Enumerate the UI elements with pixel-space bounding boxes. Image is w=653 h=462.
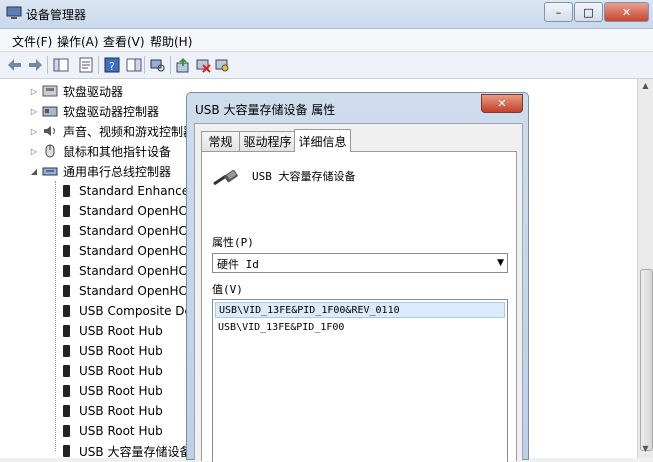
tree-item-label: 软盘驱动器控制器 xyxy=(63,104,160,119)
toolbar-separator xyxy=(170,56,171,74)
usb-plug-icon xyxy=(58,403,74,419)
menu-bar: 文件(F) 操作(A) 查看(V) 帮助(H) xyxy=(0,29,653,52)
usb-plug-icon xyxy=(58,383,74,399)
help-icon[interactable]: ? xyxy=(103,56,121,74)
maximize-button[interactable]: □ xyxy=(574,2,603,22)
toolbar-separator xyxy=(144,56,145,74)
expand-icon[interactable]: ▷ xyxy=(30,127,38,136)
tree-item-label: USB Root Hub xyxy=(79,404,163,418)
usb-device-icon xyxy=(212,169,240,190)
back-arrow-icon[interactable] xyxy=(6,56,24,74)
toolbar-separator xyxy=(98,56,99,74)
sound-icon xyxy=(42,123,58,139)
chevron-down-icon[interactable]: ▼ xyxy=(497,258,504,268)
tree-item-label: 软盘驱动器 xyxy=(63,84,124,99)
scroll-down-arrow-icon[interactable]: ▼ xyxy=(640,444,651,456)
scan-hardware-icon[interactable] xyxy=(149,56,167,74)
value-label: 值(V) xyxy=(212,283,243,296)
svg-text:?: ? xyxy=(109,60,115,73)
tree-category[interactable]: ▷ 声音、视频和游戏控制器 xyxy=(30,121,195,141)
window-title: 设备管理器 xyxy=(26,8,87,22)
console-icon[interactable] xyxy=(125,56,143,74)
tab-general[interactable]: 常规 xyxy=(201,131,240,151)
tree-item-label: USB Root Hub xyxy=(79,324,163,338)
window-titlebar: 设备管理器 – □ ✕ xyxy=(0,0,653,29)
scrollbar-thumb[interactable] xyxy=(640,269,653,451)
floppy-controller-icon xyxy=(42,103,58,119)
usb-plug-icon xyxy=(58,343,74,359)
tree-device[interactable]: USB Root Hub xyxy=(58,361,163,381)
tree-device[interactable]: USB Root Hub xyxy=(58,421,163,441)
usb-plug-icon xyxy=(58,263,74,279)
usb-plug-icon xyxy=(58,183,74,199)
device-name: USB 大容量存储设备 xyxy=(252,170,356,183)
uninstall-icon[interactable] xyxy=(194,56,212,74)
minimize-button[interactable]: – xyxy=(544,2,573,22)
property-select[interactable]: 硬件 Id ▼ xyxy=(212,253,508,273)
usb-plug-icon xyxy=(58,363,74,379)
details-panel: USB 大容量存储设备 属性(P) 硬件 Id ▼ 值(V) USB\VID_1… xyxy=(201,151,517,462)
usb-plug-icon xyxy=(58,303,74,319)
tree-guide-line xyxy=(55,181,57,451)
tree-item-label: USB Root Hub xyxy=(79,344,163,358)
menu-help[interactable]: 帮助(H) xyxy=(150,33,192,50)
tree-category[interactable]: ▷ 鼠标和其他指针设备 xyxy=(30,141,171,161)
tab-driver[interactable]: 驱动程序 xyxy=(239,131,296,151)
tree-category[interactable]: ▷ 软盘驱动器控制器 xyxy=(30,101,159,121)
expand-icon[interactable]: ▷ xyxy=(30,147,38,156)
scroll-up-arrow-icon[interactable]: ▲ xyxy=(640,81,651,93)
tree-category[interactable]: ▷ 软盘驱动器 xyxy=(30,81,123,101)
toolbar-separator xyxy=(47,56,48,74)
tab-details[interactable]: 详细信息 xyxy=(294,129,351,152)
usb-plug-icon xyxy=(58,323,74,339)
device-manager-icon xyxy=(6,6,22,20)
usb-plug-icon xyxy=(58,223,74,239)
menu-action[interactable]: 操作(A) xyxy=(57,33,99,50)
value-list-item[interactable]: USB\VID_13FE&PID_1F00 xyxy=(215,319,505,335)
disable-icon[interactable] xyxy=(213,56,231,74)
usb-plug-icon xyxy=(58,243,74,259)
floppy-drive-icon xyxy=(42,83,58,99)
console-tree-icon[interactable] xyxy=(52,56,70,74)
mouse-icon xyxy=(42,143,58,159)
tree-item-label: 通用串行总线控制器 xyxy=(63,164,172,179)
expand-icon[interactable]: ▷ xyxy=(30,87,38,96)
usb-plug-icon xyxy=(58,423,74,439)
forward-arrow-icon[interactable] xyxy=(26,56,44,74)
property-label: 属性(P) xyxy=(212,236,254,249)
tree-item-label: 鼠标和其他指针设备 xyxy=(63,144,172,159)
update-driver-icon[interactable] xyxy=(174,56,192,74)
close-button[interactable]: ✕ xyxy=(604,2,649,22)
collapse-icon[interactable]: ◢ xyxy=(30,167,38,176)
tree-device[interactable]: USB 大容量存储设备 xyxy=(58,441,191,461)
menu-view[interactable]: 查看(V) xyxy=(103,33,145,50)
dialog-close-button[interactable]: ✕ xyxy=(481,94,523,113)
tree-device[interactable]: USB Root Hub xyxy=(58,401,163,421)
dialog-body: 常规 驱动程序 详细信息 USB 大容量存储设备 属性(P) 硬件 Id ▼ 值… xyxy=(194,123,523,462)
tree-category[interactable]: ◢ 通用串行总线控制器 xyxy=(30,161,171,181)
usb-controller-icon xyxy=(42,163,58,179)
tree-item-label: 声音、视频和游戏控制器 xyxy=(63,124,196,139)
vertical-scrollbar[interactable]: ▲ ▼ xyxy=(637,79,653,458)
tree-device[interactable]: USB Root Hub xyxy=(58,341,163,361)
tree-device[interactable]: USB Root Hub xyxy=(58,321,163,341)
dialog-title: USB 大容量存储设备 属性 xyxy=(195,103,336,117)
tree-item-label: USB 大容量存储设备 xyxy=(79,444,192,459)
properties-icon[interactable] xyxy=(77,56,95,74)
menu-file[interactable]: 文件(F) xyxy=(12,33,52,50)
tree-item-label: USB Root Hub xyxy=(79,364,163,378)
tree-item-label: USB Root Hub xyxy=(79,384,163,398)
usb-plug-icon xyxy=(58,443,74,459)
value-list-item[interactable]: USB\VID_13FE&PID_1F00&REV_0110 xyxy=(215,302,505,318)
usb-plug-icon xyxy=(58,203,74,219)
value-list[interactable]: USB\VID_13FE&PID_1F00&REV_0110 USB\VID_1… xyxy=(212,299,508,462)
property-select-value: 硬件 Id xyxy=(217,258,259,271)
tree-device[interactable]: USB Root Hub xyxy=(58,381,163,401)
expand-icon[interactable]: ▷ xyxy=(30,107,38,116)
properties-dialog: USB 大容量存储设备 属性 ✕ 常规 驱动程序 详细信息 USB 大容量存储设… xyxy=(186,92,529,462)
toolbar: ? xyxy=(0,52,653,79)
tree-item-label: USB Root Hub xyxy=(79,424,163,438)
usb-plug-icon xyxy=(58,283,74,299)
